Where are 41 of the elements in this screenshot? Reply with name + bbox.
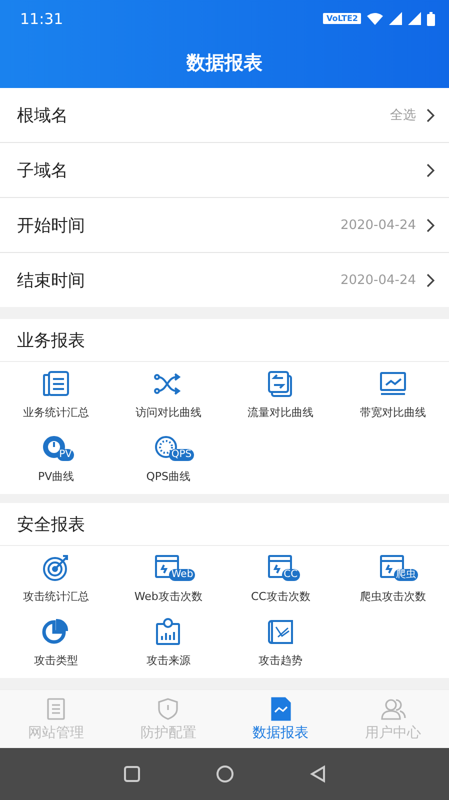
home-icon[interactable] xyxy=(216,765,234,783)
signal-icon xyxy=(408,12,421,25)
filter-row[interactable]: 开始时间 2020-04-24 xyxy=(0,198,449,253)
icon-badge: CC xyxy=(282,568,300,580)
signal-icon xyxy=(389,12,402,25)
chevron-icon xyxy=(426,108,435,122)
report-item[interactable]: 攻击来源 xyxy=(112,610,224,674)
chevron-icon xyxy=(426,272,435,288)
report-item[interactable]: 爬虫 爬虫攻击次数 xyxy=(336,546,449,610)
report-item[interactable]: CC CC攻击次数 xyxy=(224,546,337,610)
filter-row[interactable]: 结束时间 2020-04-24 xyxy=(0,253,449,307)
back-icon[interactable] xyxy=(308,765,326,783)
chevron-icon xyxy=(426,162,435,178)
icon-badge: PV xyxy=(57,448,74,460)
icon-badge: 爬虫 xyxy=(394,568,418,580)
recents-icon[interactable] xyxy=(122,765,140,783)
page-title: 数据报表 xyxy=(186,50,262,76)
section-title: 业务报表 xyxy=(17,330,85,352)
wifi-icon xyxy=(367,12,383,24)
filter-row[interactable]: 根域名 全选 xyxy=(0,88,449,143)
document-icon xyxy=(41,368,72,398)
icon-badge: Web xyxy=(169,568,196,580)
section-title: 安全报表 xyxy=(17,514,85,536)
status-time: 11:31 xyxy=(20,10,64,28)
filter-row[interactable]: 子域名 xyxy=(0,143,449,198)
report-item[interactable]: PV PV曲线 xyxy=(0,426,112,490)
report-item[interactable]: 流量对比曲线 xyxy=(224,362,337,426)
battery-icon xyxy=(427,12,435,26)
report-item[interactable]: 攻击类型 xyxy=(0,610,112,674)
report-item[interactable]: 业务统计汇总 xyxy=(0,362,112,426)
report-item[interactable]: 访问对比曲线 xyxy=(112,362,224,426)
icon-badge: QPS xyxy=(169,448,194,460)
report-item[interactable]: Web Web攻击次数 xyxy=(112,546,224,610)
network-badge: VoLTE2 xyxy=(323,13,361,24)
users-icon xyxy=(380,696,406,722)
report-item[interactable]: 攻击统计汇总 xyxy=(0,546,112,610)
tab[interactable]: 数据报表 xyxy=(224,690,337,748)
report-item[interactable]: 攻击趋势 xyxy=(224,610,337,674)
report-item[interactable]: 带宽对比曲线 xyxy=(336,362,449,426)
chevron-icon xyxy=(426,218,435,232)
report-item[interactable]: QPS QPS曲线 xyxy=(112,426,224,490)
